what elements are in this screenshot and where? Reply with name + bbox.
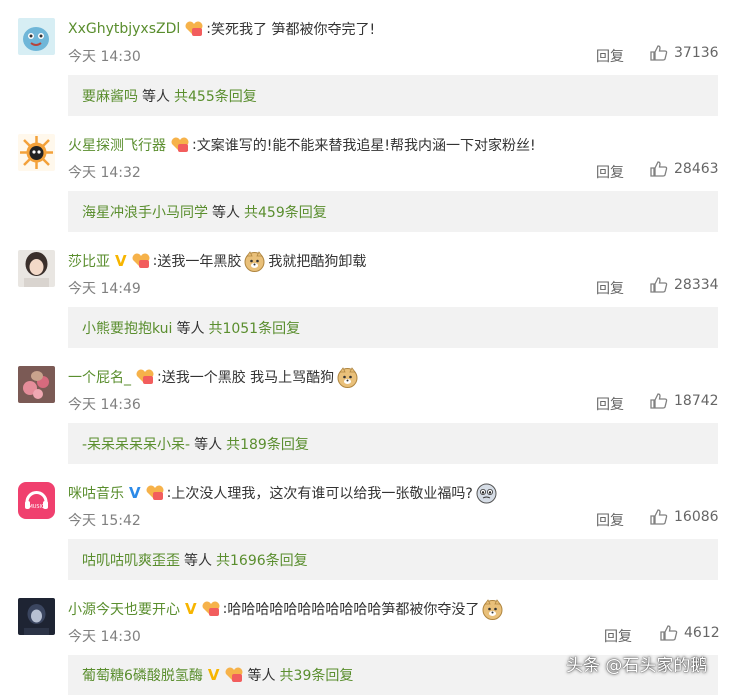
- timestamp: 今天 14:32: [68, 165, 141, 181]
- username[interactable]: XxGhytbjyxsZDl: [68, 21, 180, 37]
- thumbs-up-icon: [660, 625, 678, 641]
- doge-emoji-icon: [244, 250, 265, 272]
- verified-badge: V: [207, 666, 220, 684]
- sub-reply-count[interactable]: 共39条回复: [280, 665, 354, 685]
- avatar[interactable]: MUSIC: [18, 482, 55, 519]
- like-button[interactable]: 4612: [660, 624, 720, 642]
- timestamp: 今天 15:42: [68, 513, 141, 529]
- fan-badge-icon: [170, 137, 190, 154]
- doge-emoji-icon: [482, 598, 503, 620]
- comment-item: 一个屁名_ : 送我一个黑胶 我马上骂酷狗 今天 14:36 回复 18742 …: [0, 348, 739, 464]
- sub-reply-user[interactable]: 小熊要抱抱kui: [82, 318, 172, 338]
- fan-badge-icon: [131, 253, 151, 270]
- thumbs-up-icon: [650, 393, 668, 409]
- sub-reply-summary[interactable]: -呆呆呆呆呆小呆- 等人 共189条回复: [68, 423, 718, 464]
- sub-reply-count[interactable]: 共1696条回复: [216, 550, 308, 570]
- timestamp: 今天 14:30: [68, 629, 141, 645]
- sub-reply-summary[interactable]: 要麻酱吗 等人 共455条回复: [68, 75, 718, 116]
- sub-reply-others: 等人: [212, 204, 240, 221]
- username[interactable]: 小源今天也要开心: [68, 599, 180, 619]
- username[interactable]: 莎比亚: [68, 251, 110, 271]
- avatar[interactable]: [18, 134, 55, 171]
- comment-item: 火星探测飞行器 : 文案谁写的!能不能来替我追星!帮我内涵一下对家粉丝! 今天 …: [0, 116, 739, 232]
- avatar[interactable]: [18, 366, 55, 403]
- sub-reply-user[interactable]: 要麻酱吗: [82, 86, 138, 106]
- like-button[interactable]: 16086: [650, 508, 719, 526]
- sub-reply-others: 等人: [194, 436, 223, 453]
- timestamp: 今天 14:36: [68, 397, 141, 413]
- sub-reply-others: 等人: [142, 88, 170, 105]
- thumbs-up-icon: [650, 161, 668, 177]
- fan-badge-icon: [145, 485, 165, 502]
- sub-reply-others: 等人: [176, 320, 205, 337]
- fan-badge-icon: [224, 667, 244, 684]
- doge-emoji-icon: [337, 366, 358, 388]
- sub-reply-count[interactable]: 共455条回复: [174, 86, 257, 106]
- thumbs-up-icon: [650, 509, 668, 525]
- username[interactable]: 咪咕音乐: [68, 483, 124, 503]
- avatar[interactable]: [18, 18, 55, 55]
- comment-item: MUSIC 咪咕音乐 V : 上次没人理我，这次有谁可以给我一张敬业福吗? 今天…: [0, 464, 739, 580]
- reply-button[interactable]: 回复: [596, 162, 624, 182]
- like-button[interactable]: 28463: [650, 160, 719, 178]
- comment-text: 上次没人理我，这次有谁可以给我一张敬业福吗?: [171, 486, 473, 502]
- sub-reply-user[interactable]: 咕叽咕叽爽歪歪: [82, 550, 180, 570]
- comment-text: 哈哈哈哈哈哈哈哈哈哈哈笋都被你夺没了: [227, 602, 480, 618]
- reply-button[interactable]: 回复: [596, 394, 624, 414]
- timestamp: 今天 14:49: [68, 281, 141, 297]
- avatar[interactable]: [18, 250, 55, 287]
- comment-text: 送我一个黑胶 我马上骂酷狗: [161, 370, 335, 386]
- comment-text: 我就把酷狗卸载: [268, 254, 367, 270]
- watermark: 头条 @石头家的鹅: [566, 656, 708, 676]
- sub-reply-count[interactable]: 共189条回复: [226, 434, 309, 454]
- sub-reply-count[interactable]: 共459条回复: [244, 202, 327, 222]
- sub-reply-summary[interactable]: 小熊要抱抱kui 等人 共1051条回复: [68, 307, 718, 348]
- sub-reply-count[interactable]: 共1051条回复: [208, 318, 300, 338]
- reply-button[interactable]: 回复: [596, 46, 624, 66]
- sub-reply-others: 等人: [247, 668, 276, 684]
- comment-text: 文案谁写的!能不能来替我追星!帮我内涵一下对家粉丝!: [196, 138, 536, 154]
- like-count: 37136: [674, 45, 719, 61]
- fan-badge-icon: [184, 21, 204, 38]
- like-button[interactable]: 28334: [650, 276, 719, 294]
- fan-badge-icon: [201, 601, 221, 618]
- sub-reply-user[interactable]: 葡萄糖6磷酸脱氢酶: [82, 665, 203, 685]
- comment-item: 莎比亚 V : 送我一年黑胶 我就把酷狗卸载 今天 14:49 回复 28334…: [0, 232, 739, 348]
- comment-item: XxGhytbjyxsZDl : 笑死我了 笋都被你夺完了! 今天 14:30 …: [0, 0, 739, 116]
- verified-badge: V: [185, 600, 197, 618]
- like-count: 28463: [674, 161, 719, 177]
- comment-text: 送我一年黑胶: [157, 254, 242, 270]
- reply-button[interactable]: 回复: [596, 510, 624, 530]
- reply-button[interactable]: 回复: [604, 626, 632, 646]
- fan-badge-icon: [135, 369, 155, 386]
- avatar[interactable]: [18, 598, 55, 635]
- like-button[interactable]: 37136: [650, 44, 719, 62]
- sub-reply-summary[interactable]: 海星冲浪手小马同学 等人 共459条回复: [68, 191, 718, 232]
- reply-button[interactable]: 回复: [596, 278, 624, 298]
- comment-text: 笑死我了 笋都被你夺完了!: [211, 22, 376, 38]
- verified-badge: V: [115, 252, 127, 270]
- like-count: 16086: [674, 509, 719, 525]
- sub-reply-user[interactable]: 海星冲浪手小马同学: [82, 202, 208, 222]
- sub-reply-others: 等人: [184, 552, 212, 569]
- thumbs-up-icon: [650, 277, 668, 293]
- like-count: 4612: [684, 625, 720, 641]
- like-button[interactable]: 18742: [650, 392, 719, 410]
- username[interactable]: 一个屁名_: [68, 367, 131, 387]
- verified-badge: V: [129, 484, 141, 502]
- timestamp: 今天 14:30: [68, 49, 141, 65]
- username[interactable]: 火星探测飞行器: [68, 135, 166, 155]
- crying-emoji-icon: [476, 483, 497, 504]
- sub-reply-user[interactable]: -呆呆呆呆呆小呆-: [82, 434, 190, 454]
- like-count: 28334: [674, 277, 719, 293]
- thumbs-up-icon: [650, 45, 668, 61]
- like-count: 18742: [674, 393, 719, 409]
- sub-reply-summary[interactable]: 咕叽咕叽爽歪歪 等人 共1696条回复: [68, 539, 718, 580]
- comment-item: 小源今天也要开心 V : 哈哈哈哈哈哈哈哈哈哈哈笋都被你夺没了 今天 14:30…: [0, 580, 739, 696]
- svg-text:MUSIC: MUSIC: [28, 504, 45, 510]
